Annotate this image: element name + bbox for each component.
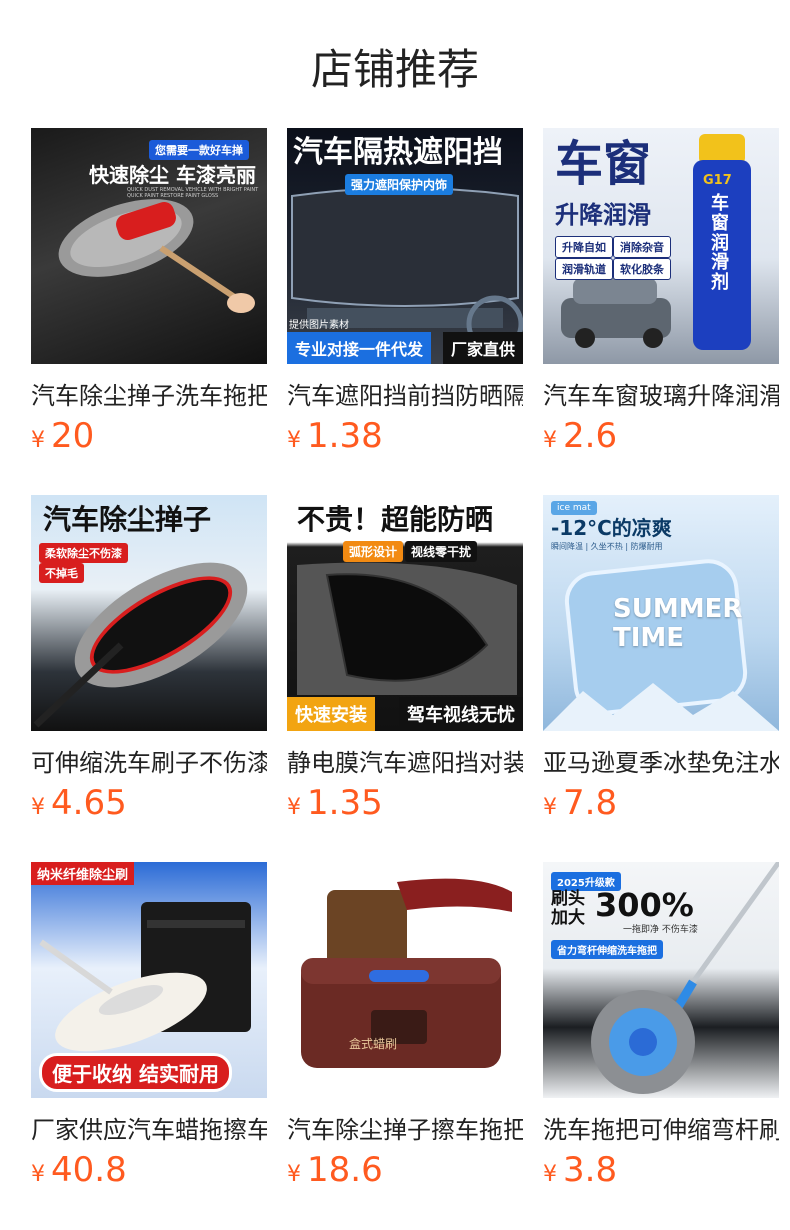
currency-symbol: ¥ <box>543 428 557 453</box>
image-tag: 弧形设计 <box>343 541 404 562</box>
box-text: 盒式蜡刷 <box>349 1037 398 1051</box>
image-badge: 强力遮阳保护内饰 <box>345 174 454 195</box>
image-banner: 便于收纳 结实耐用 <box>39 1053 232 1092</box>
image-tag: 升降自如 <box>555 236 613 258</box>
product-card[interactable]: 盒式蜡刷 汽车除尘掸子擦车拖把 ¥18.6 <box>287 862 523 1202</box>
image-headline: 车窗 <box>555 136 652 192</box>
product-price: ¥40.8 <box>31 1150 127 1190</box>
product-price: ¥20 <box>31 416 94 456</box>
price-value: 1.35 <box>307 783 383 823</box>
product-title[interactable]: 汽车遮阳挡前挡防晒隔热 <box>287 376 523 411</box>
currency-symbol: ¥ <box>543 1162 557 1187</box>
product-card[interactable]: 不贵！超能防晒 弧形设计 视线零干扰 快速安装 驾车视线无忧 静电膜汽车遮阳挡对… <box>287 495 523 835</box>
image-note: 一拖即净 不伤车漆 <box>623 925 698 935</box>
product-image[interactable]: ice mat -12°C的凉爽 瞬间降温 | 久坐不热 | 防爆耐用 SUMM… <box>543 495 779 731</box>
product-image[interactable]: 纳米纤维除尘刷 便于收纳 结实耐用 <box>31 862 267 1098</box>
can-text: 车窗润滑剂 <box>711 193 729 294</box>
price-value: 7.8 <box>563 783 618 823</box>
image-banner-left: 专业对接一件代发 <box>287 332 432 364</box>
image-headline: 不贵！超能防晒 <box>297 503 494 536</box>
image-banner-right: 驾车视线无忧 <box>399 697 523 731</box>
currency-symbol: ¥ <box>543 795 557 820</box>
product-card[interactable]: 您需要一款好车掸 快速除尘 车漆亮丽 QUICK DUST REMOVAL VE… <box>31 128 267 468</box>
product-title[interactable]: 汽车除尘掸子洗车拖把 <box>31 376 267 411</box>
image-center-text: SUMMER TIME <box>613 594 743 653</box>
currency-symbol: ¥ <box>287 795 301 820</box>
product-card[interactable]: 车窗 升降润滑 升降自如 消除杂音 润滑轨道 软化胶条 G17 车窗润滑剂 汽车… <box>543 128 779 468</box>
product-price: ¥1.38 <box>287 416 383 456</box>
image-tag: 软化胶条 <box>613 258 671 280</box>
price-value: 20 <box>51 416 95 456</box>
image-tag: 视线零干扰 <box>405 541 478 562</box>
product-price: ¥1.35 <box>287 783 383 823</box>
product-price: ¥3.8 <box>543 1150 617 1190</box>
product-image[interactable]: 汽车隔热遮阳挡 强力遮阳保护内饰 提供图片素材 专业对接一件代发 厂家直供 <box>287 128 523 364</box>
image-banner: 省力弯杆伸缩洗车拖把 <box>551 940 663 959</box>
image-caption: QUICK DUST REMOVAL VEHICLE WITH BRIGHT P… <box>127 187 259 199</box>
product-image[interactable]: 2025升级款 刷头加大 300% 一拖即净 不伤车漆 省力弯杆伸缩洗车拖把 <box>543 862 779 1098</box>
image-subheadline: 瞬间降温 | 久坐不热 | 防爆耐用 <box>551 542 663 551</box>
product-image[interactable]: 汽车除尘掸子 柔软除尘不伤漆 不掉毛 <box>31 495 267 731</box>
page-title: 店铺推荐 <box>310 45 479 94</box>
product-image[interactable]: 不贵！超能防晒 弧形设计 视线零干扰 快速安装 驾车视线无忧 <box>287 495 523 731</box>
image-headline: 汽车除尘掸子 <box>43 503 212 536</box>
price-value: 18.6 <box>307 1150 383 1190</box>
price-value: 40.8 <box>51 1150 127 1190</box>
image-tag: 不掉毛 <box>39 563 84 583</box>
currency-symbol: ¥ <box>31 428 45 453</box>
currency-symbol: ¥ <box>287 428 301 453</box>
image-tag: 柔软除尘不伤漆 <box>39 543 128 563</box>
image-big-number: 300% <box>595 886 694 924</box>
product-title[interactable]: 亚马逊夏季冰垫免注水 <box>543 743 779 778</box>
product-title[interactable]: 汽车除尘掸子擦车拖把 <box>287 1110 523 1145</box>
product-card[interactable]: ice mat -12°C的凉爽 瞬间降温 | 久坐不热 | 防爆耐用 SUMM… <box>543 495 779 835</box>
price-value: 2.6 <box>563 416 618 456</box>
image-tag: 润滑轨道 <box>555 258 613 280</box>
image-note: 提供图片素材 <box>289 320 349 331</box>
product-title[interactable]: 洗车拖把可伸缩弯杆刷 <box>543 1110 779 1145</box>
product-title[interactable]: 静电膜汽车遮阳挡对装 <box>287 743 523 778</box>
product-card[interactable]: 2025升级款 刷头加大 300% 一拖即净 不伤车漆 省力弯杆伸缩洗车拖把 洗… <box>543 862 779 1202</box>
image-headline: 快速除尘 车漆亮丽 <box>89 163 256 187</box>
product-image[interactable]: 车窗 升降润滑 升降自如 消除杂音 润滑轨道 软化胶条 G17 车窗润滑剂 <box>543 128 779 364</box>
price-value: 4.65 <box>51 783 127 823</box>
price-value: 3.8 <box>563 1150 618 1190</box>
price-value: 1.38 <box>307 416 383 456</box>
product-title[interactable]: 可伸缩洗车刷子不伤漆面 <box>31 743 267 778</box>
product-title[interactable]: 厂家供应汽车蜡拖擦车 <box>31 1110 267 1145</box>
wax-brush-box-illustration <box>301 878 512 1068</box>
image-headline: 刷头加大 <box>551 889 585 928</box>
currency-symbol: ¥ <box>287 1162 301 1187</box>
product-price: ¥7.8 <box>543 783 617 823</box>
product-image[interactable]: 您需要一款好车掸 快速除尘 车漆亮丽 QUICK DUST REMOVAL VE… <box>31 128 267 364</box>
image-tag: 消除杂音 <box>613 236 671 258</box>
currency-symbol: ¥ <box>31 1162 45 1187</box>
image-badge: 您需要一款好车掸 <box>149 140 249 160</box>
product-price: ¥4.65 <box>31 783 127 823</box>
product-price: ¥18.6 <box>287 1150 383 1190</box>
product-title[interactable]: 汽车车窗玻璃升降润滑剂 <box>543 376 779 411</box>
product-image[interactable]: 盒式蜡刷 <box>287 862 523 1098</box>
can-label: G17 <box>703 173 732 188</box>
product-card[interactable]: 汽车除尘掸子 柔软除尘不伤漆 不掉毛 可伸缩洗车刷子不伤漆面 ¥4.65 <box>31 495 267 835</box>
image-badge: 纳米纤维除尘刷 <box>31 862 135 885</box>
image-headline: 汽车隔热遮阳挡 <box>293 135 503 170</box>
currency-symbol: ¥ <box>31 795 45 820</box>
product-card[interactable]: 纳米纤维除尘刷 便于收纳 结实耐用 厂家供应汽车蜡拖擦车 ¥40.8 <box>31 862 267 1202</box>
image-banner-left: 快速安装 <box>287 697 375 731</box>
image-badge: ice mat <box>551 501 597 515</box>
image-subheadline: 升降润滑 <box>555 201 651 229</box>
image-headline: -12°C的凉爽 <box>551 516 672 540</box>
product-price: ¥2.6 <box>543 416 617 456</box>
image-banner-right: 厂家直供 <box>442 332 523 364</box>
product-card[interactable]: 汽车隔热遮阳挡 强力遮阳保护内饰 提供图片素材 专业对接一件代发 厂家直供 汽车… <box>287 128 523 468</box>
